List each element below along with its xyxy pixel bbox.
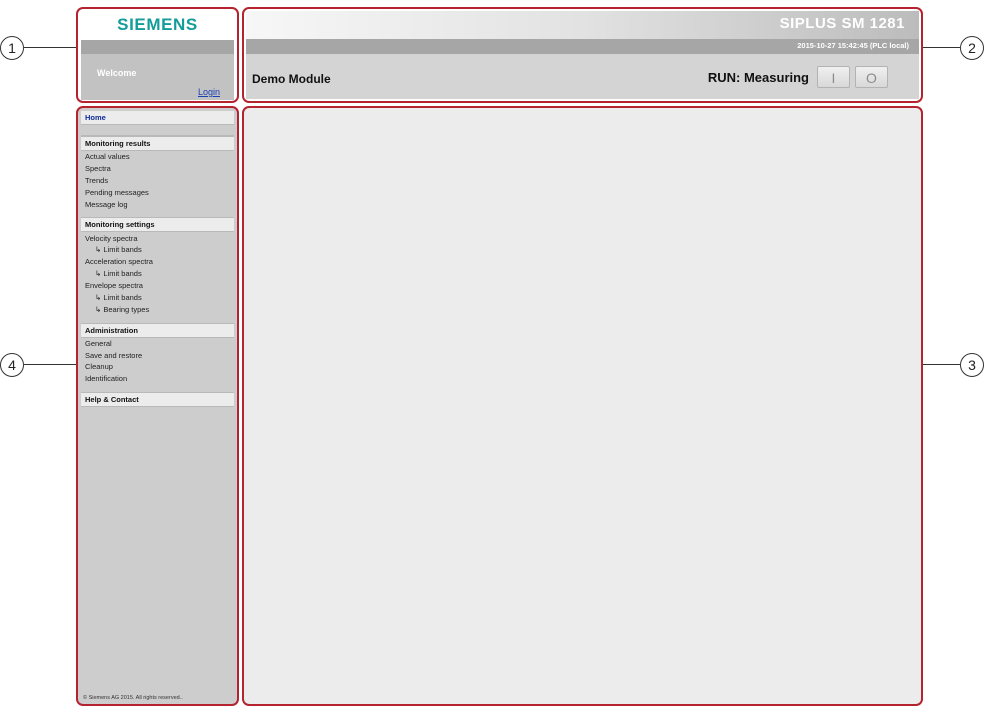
nav-menu: Home Monitoring results Actual values Spec… (81, 111, 234, 414)
copyright-text: © Siemens AG 2015. All rights reserved.. (83, 695, 183, 701)
branding-divider-bar (81, 40, 234, 54)
module-status-bar: Demo Module RUN: Measuring I O (246, 54, 919, 99)
nav-subitem[interactable]: ↳ Bearing types (81, 304, 234, 316)
nav-subitem[interactable]: ↳ Limit bands (81, 268, 234, 280)
nav-gap (81, 210, 234, 217)
nav-item[interactable]: General (81, 338, 234, 350)
callout-2: 2 (960, 36, 984, 60)
module-name: Demo Module (252, 72, 331, 86)
nav-gap (81, 316, 234, 323)
nav-item[interactable]: Identification (81, 373, 234, 385)
callout-1-leader (24, 47, 76, 48)
nav-sections: Monitoring results Actual values Spectra Tr… (81, 136, 234, 414)
nav-item[interactable]: Spectra (81, 163, 234, 175)
nav-item[interactable]: Trends (81, 175, 234, 187)
welcome-text: Welcome (97, 68, 137, 78)
nav-item[interactable]: Velocity spectra (81, 232, 234, 244)
callout-4: 4 (0, 353, 24, 377)
siemens-logo: SIEMENS (117, 15, 198, 34)
nav-section-title[interactable]: Administration (81, 322, 234, 338)
nav-subitem[interactable]: ↳ Limit bands (81, 292, 234, 304)
system-name: SIPLUS SM 1281 (779, 15, 905, 32)
nav-item[interactable]: Message log (81, 199, 234, 211)
run-status: RUN: Measuring (707, 70, 809, 85)
nav-spacer (81, 125, 234, 136)
nav-item[interactable]: Save and restore (81, 349, 234, 361)
nav-section-title[interactable]: Help & Contact (81, 392, 234, 407)
branding-panel: SIEMENS Welcome Login (76, 7, 239, 103)
header-title-bar: SIPLUS SM 1281 (246, 11, 919, 39)
nav-item-home[interactable]: Home (81, 111, 234, 125)
callout-3-leader (923, 364, 960, 365)
nav-item[interactable]: Actual values (81, 151, 234, 163)
stop-button[interactable]: O (855, 66, 888, 88)
header-panel: SIPLUS SM 1281 2015-10-27 15:42:45 (PLC … (242, 7, 923, 103)
login-link[interactable]: Login (198, 87, 220, 97)
start-button[interactable]: I (817, 66, 850, 88)
nav-section-title[interactable]: Monitoring results (81, 136, 234, 151)
welcome-box: Welcome Login (81, 54, 234, 100)
navigation-panel: Home Monitoring results Actual values Spec… (76, 106, 239, 706)
nav-gap (81, 407, 234, 414)
nav-section-title[interactable]: Monitoring settings (81, 217, 234, 233)
content-area (242, 106, 923, 706)
callout-1: 1 (0, 36, 24, 60)
callout-3: 3 (960, 353, 984, 377)
nav-item[interactable]: Cleanup (81, 361, 234, 373)
callout-4-leader (24, 364, 76, 365)
plc-datetime: 2015-10-27 15:42:45 (PLC local) (797, 41, 909, 50)
nav-item[interactable]: Envelope spectra (81, 280, 234, 292)
nav-item[interactable]: Acceleration spectra (81, 256, 234, 268)
nav-subitem[interactable]: ↳ Limit bands (81, 244, 234, 256)
callout-2-leader (923, 47, 960, 48)
nav-gap (81, 385, 234, 392)
nav-item[interactable]: Pending messages (81, 187, 234, 199)
datetime-bar: 2015-10-27 15:42:45 (PLC local) (246, 39, 919, 54)
